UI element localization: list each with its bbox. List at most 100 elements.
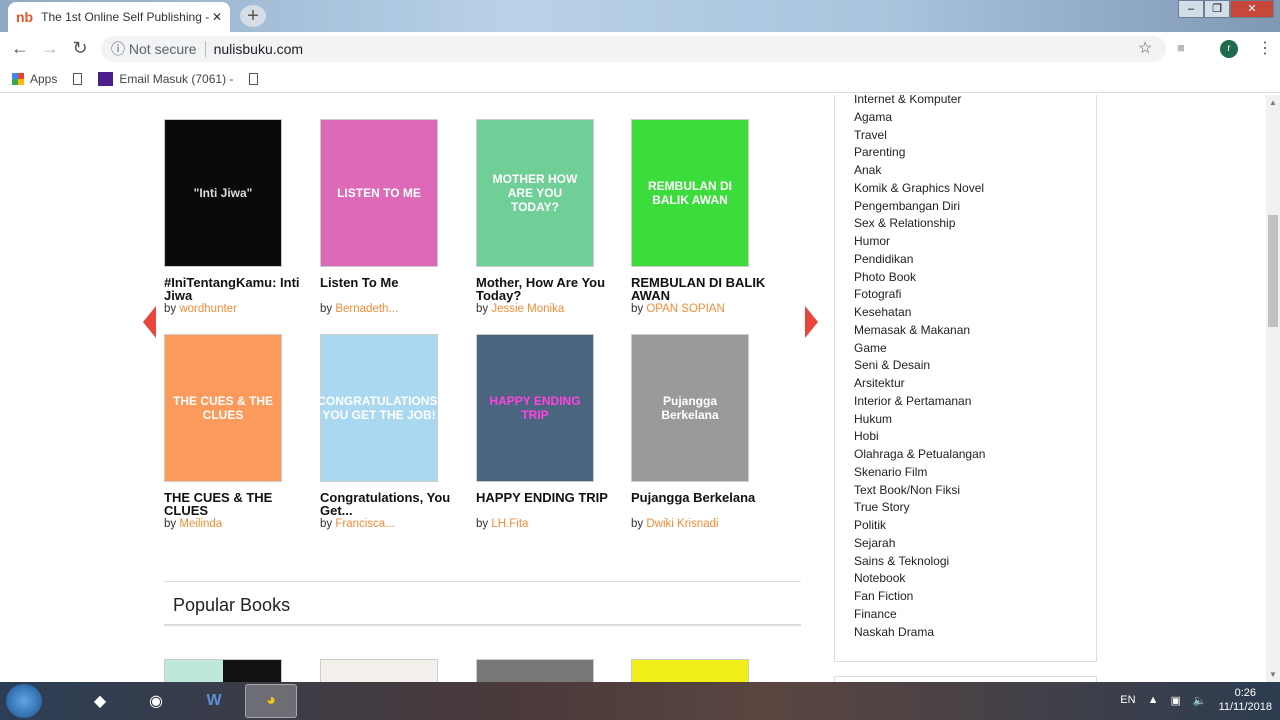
category-link[interactable]: Sex & Relationship <box>854 216 955 230</box>
book-cover[interactable]: Pujangga Berkelana <box>631 334 749 482</box>
category-link[interactable]: Hobi <box>854 429 879 443</box>
popular-book-cover[interactable] <box>164 659 282 682</box>
book-card[interactable]: HAPPY ENDING TRIP HAPPY ENDING TRIP by L… <box>476 334 616 530</box>
forward-icon[interactable]: → <box>35 38 65 59</box>
book-card[interactable]: LISTEN TO ME Listen To Me by Bernadeth..… <box>320 119 460 315</box>
taskbar-app-icon[interactable]: ◆ <box>74 684 126 718</box>
start-button[interactable] <box>6 684 42 718</box>
category-link[interactable]: Pengembangan Diri <box>854 199 960 213</box>
category-link[interactable]: Komik & Graphics Novel <box>854 181 984 195</box>
minimize-button[interactable]: – <box>1178 0 1204 18</box>
book-title[interactable]: Mother, How Are You Today? <box>476 276 616 302</box>
scrollbar-thumb[interactable] <box>1268 215 1278 327</box>
author-link[interactable]: Bernadeth... <box>335 303 398 315</box>
category-link[interactable]: Finance <box>854 607 897 621</box>
category-link[interactable]: Naskah Drama <box>854 625 934 639</box>
category-link[interactable]: Humor <box>854 234 890 248</box>
close-window-button[interactable]: ✕ <box>1230 0 1274 18</box>
category-link[interactable]: Politik <box>854 518 886 532</box>
tray-expand-icon[interactable]: ▲ <box>1148 694 1159 706</box>
category-link[interactable]: Memasak & Makanan <box>854 323 970 337</box>
book-cover[interactable]: REMBULAN DI BALIK AWAN <box>631 119 749 267</box>
category-link[interactable]: Sains & Teknologi <box>854 554 949 568</box>
book-title[interactable]: THE CUES & THE CLUES <box>164 491 304 517</box>
category-link[interactable]: Travel <box>854 128 887 142</box>
popular-book-cover[interactable] <box>631 659 749 682</box>
bookmark-email[interactable]: Email Masuk (7061) - <box>98 71 233 86</box>
book-cover[interactable]: THE CUES & THE CLUES <box>164 334 282 482</box>
category-link[interactable]: Seni & Desain <box>854 358 930 372</box>
profile-avatar[interactable]: r <box>1220 40 1238 58</box>
book-card[interactable]: REMBULAN DI BALIK AWAN REMBULAN DI BALIK… <box>631 119 771 315</box>
category-link[interactable]: Agama <box>854 110 892 124</box>
url-text[interactable]: nulisbuku.com <box>204 41 303 57</box>
category-link[interactable]: Hukum <box>854 412 892 426</box>
carousel-next-arrow[interactable] <box>805 306 818 338</box>
author-link[interactable]: Meilinda <box>179 518 222 530</box>
book-title[interactable]: #IniTentangKamu: Inti Jiwa <box>164 276 304 302</box>
category-link[interactable]: Parenting <box>854 145 905 159</box>
category-link[interactable]: Text Book/Non Fiksi <box>854 483 960 497</box>
category-link[interactable]: Kesehatan <box>854 305 911 319</box>
network-icon[interactable]: ▣ <box>1170 694 1180 707</box>
author-link[interactable]: Jessie Monika <box>491 303 564 315</box>
category-link[interactable]: Olahraga & Petualangan <box>854 447 985 461</box>
book-card[interactable]: "Inti Jiwa" #IniTentangKamu: Inti Jiwa b… <box>164 119 304 315</box>
bookmark-star-icon[interactable]: ☆ <box>1138 38 1152 58</box>
category-link[interactable]: Skenario Film <box>854 465 927 479</box>
book-title[interactable]: Congratulations, You Get... <box>320 491 460 517</box>
restore-button[interactable]: ❐ <box>1204 0 1230 18</box>
category-link[interactable]: Fan Fiction <box>854 589 913 603</box>
volume-icon[interactable]: 🔈 <box>1193 694 1207 707</box>
reload-icon[interactable]: ↻ <box>65 38 95 59</box>
bookmark-page[interactable] <box>73 72 83 85</box>
book-cover[interactable]: MOTHER HOW ARE YOU TODAY? <box>476 119 594 267</box>
category-link[interactable]: Sejarah <box>854 536 895 550</box>
word-icon[interactable]: W <box>188 684 240 718</box>
chrome-icon[interactable]: ◕ <box>245 684 297 718</box>
menu-icon[interactable]: ⋮ <box>1257 38 1273 58</box>
camera-icon[interactable]: ■ <box>1177 40 1185 55</box>
category-link[interactable]: Anak <box>854 163 881 177</box>
carousel-prev-arrow[interactable] <box>143 306 156 338</box>
book-cover[interactable]: HAPPY ENDING TRIP <box>476 334 594 482</box>
author-link[interactable]: Francisca... <box>335 518 394 530</box>
clock[interactable]: 0:26 11/11/2018 <box>1219 686 1272 714</box>
scroll-down-icon[interactable]: ▼ <box>1269 670 1277 679</box>
book-title[interactable]: Pujangga Berkelana <box>631 491 771 517</box>
book-title[interactable]: Listen To Me <box>320 276 460 302</box>
book-title[interactable]: REMBULAN DI BALIK AWAN <box>631 276 771 302</box>
book-card[interactable]: THE CUES & THE CLUES THE CUES & THE CLUE… <box>164 334 304 530</box>
category-link[interactable]: Game <box>854 341 887 355</box>
category-link[interactable]: True Story <box>854 500 910 514</box>
scroll-up-icon[interactable]: ▲ <box>1269 98 1277 107</box>
category-link[interactable]: Arsitektur <box>854 376 905 390</box>
bookmark-apps[interactable]: Apps <box>12 72 57 86</box>
book-card[interactable]: CONGRATULATIONS, YOU GET THE JOB! Congra… <box>317 334 460 530</box>
category-link[interactable]: Interior & Pertamanan <box>854 394 971 408</box>
address-bar[interactable]: ⓘ Not secure nulisbuku.com <box>101 36 1166 62</box>
book-card[interactable]: Pujangga Berkelana Pujangga Berkelana by… <box>631 334 771 530</box>
author-link[interactable]: wordhunter <box>179 303 237 315</box>
page-scrollbar[interactable]: ▲ ▼ <box>1266 95 1280 682</box>
category-link[interactable]: Pendidikan <box>854 252 913 266</box>
book-card[interactable]: MOTHER HOW ARE YOU TODAY? Mother, How Ar… <box>476 119 616 315</box>
new-tab-button[interactable]: + <box>240 5 266 27</box>
author-link[interactable]: LH.Fita <box>491 518 528 530</box>
popular-book-cover[interactable] <box>476 659 594 682</box>
book-title[interactable]: HAPPY ENDING TRIP <box>476 491 616 517</box>
author-link[interactable]: Dwiki Krisnadi <box>646 518 718 530</box>
browser-tab[interactable]: nb The 1st Online Self Publishing - P ✕ <box>8 2 230 32</box>
close-tab-icon[interactable]: ✕ <box>212 10 222 24</box>
book-cover[interactable]: CONGRATULATIONS, YOU GET THE JOB! <box>317 334 441 482</box>
bookmark-page-2[interactable] <box>249 72 259 85</box>
taskbar-app-icon[interactable]: ◉ <box>130 684 182 718</box>
popular-book-cover[interactable] <box>320 659 438 682</box>
book-cover[interactable]: LISTEN TO ME <box>320 119 438 267</box>
category-link[interactable]: Internet & Komputer <box>854 95 961 106</box>
book-cover[interactable]: "Inti Jiwa" <box>164 119 282 267</box>
author-link[interactable]: OPAN SOPIAN <box>646 303 724 315</box>
language-indicator[interactable]: EN <box>1120 694 1135 706</box>
back-icon[interactable]: ← <box>5 38 35 59</box>
info-icon[interactable]: ⓘ <box>111 39 125 59</box>
